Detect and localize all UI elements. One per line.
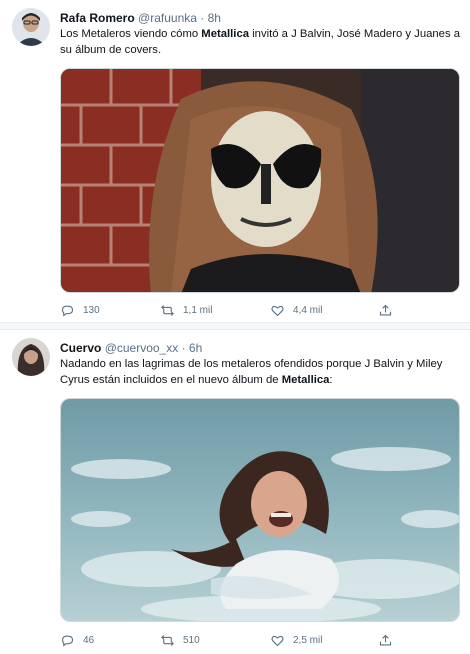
- tweet-image[interactable]: [60, 398, 460, 622]
- retweet-icon: [161, 634, 174, 646]
- share-icon: [379, 304, 392, 315]
- share-button[interactable]: [378, 300, 401, 320]
- tweet-header: Rafa Romero @rafuunka · 8h: [60, 10, 221, 26]
- retweet-button[interactable]: 1,1 mil: [160, 300, 212, 320]
- separator-dot: ·: [181, 341, 186, 355]
- tweet-text-part: Los Metaleros viendo cómo: [60, 28, 202, 40]
- share-icon: [379, 634, 392, 645]
- avatar[interactable]: [12, 8, 50, 46]
- tweet-image[interactable]: [60, 68, 460, 293]
- timestamp[interactable]: 8h: [208, 11, 221, 25]
- tweet[interactable]: Cuervo @cuervoo_xx · 6h Nadando en las l…: [0, 330, 470, 654]
- avatar[interactable]: [12, 338, 50, 376]
- tweet-actions: 46 510 2,5 mil: [60, 630, 460, 650]
- reply-icon: [61, 305, 74, 317]
- reply-button[interactable]: 130: [60, 300, 100, 320]
- retweet-count: 1,1 mil: [183, 304, 213, 316]
- reply-button[interactable]: 46: [60, 630, 94, 650]
- like-button[interactable]: 4,4 mil: [270, 300, 322, 320]
- retweet-icon: [161, 304, 174, 316]
- like-count: 4,4 mil: [293, 304, 323, 316]
- tweet-separator: [0, 322, 470, 330]
- tweet-text-bold: Metallica: [281, 373, 330, 386]
- tweet[interactable]: Rafa Romero @rafuunka · 8h Los Metaleros…: [0, 0, 470, 322]
- tweet-text-part: Nadando en las lagrimas de los metaleros…: [60, 358, 443, 386]
- tweet-text: Los Metaleros viendo cómo Metallica invi…: [60, 27, 460, 58]
- heart-icon: [271, 635, 284, 646]
- share-button[interactable]: [378, 630, 401, 650]
- like-button[interactable]: 2,5 mil: [270, 630, 322, 650]
- author-handle[interactable]: @cuervoo_xx: [105, 341, 179, 355]
- retweet-count: 510: [183, 634, 200, 646]
- tweet-text-part: :: [329, 373, 333, 386]
- author-name[interactable]: Rafa Romero: [60, 11, 135, 25]
- author-handle[interactable]: @rafuunka: [138, 11, 197, 25]
- separator-dot: ·: [200, 11, 205, 25]
- tweet-header: Cuervo @cuervoo_xx · 6h: [60, 340, 202, 356]
- tweet-text-bold: Metallica: [201, 28, 250, 40]
- retweet-button[interactable]: 510: [160, 630, 200, 650]
- reply-count: 130: [83, 304, 100, 316]
- like-count: 2,5 mil: [293, 634, 323, 646]
- author-name[interactable]: Cuervo: [60, 341, 101, 355]
- reply-count: 46: [83, 634, 95, 646]
- reply-icon: [61, 635, 74, 647]
- timestamp[interactable]: 6h: [189, 341, 202, 355]
- tweet-actions: 130 1,1 mil 4,4 mil: [60, 300, 460, 320]
- tweet-text: Nadando en las lagrimas de los metaleros…: [60, 357, 460, 388]
- heart-icon: [271, 305, 284, 316]
